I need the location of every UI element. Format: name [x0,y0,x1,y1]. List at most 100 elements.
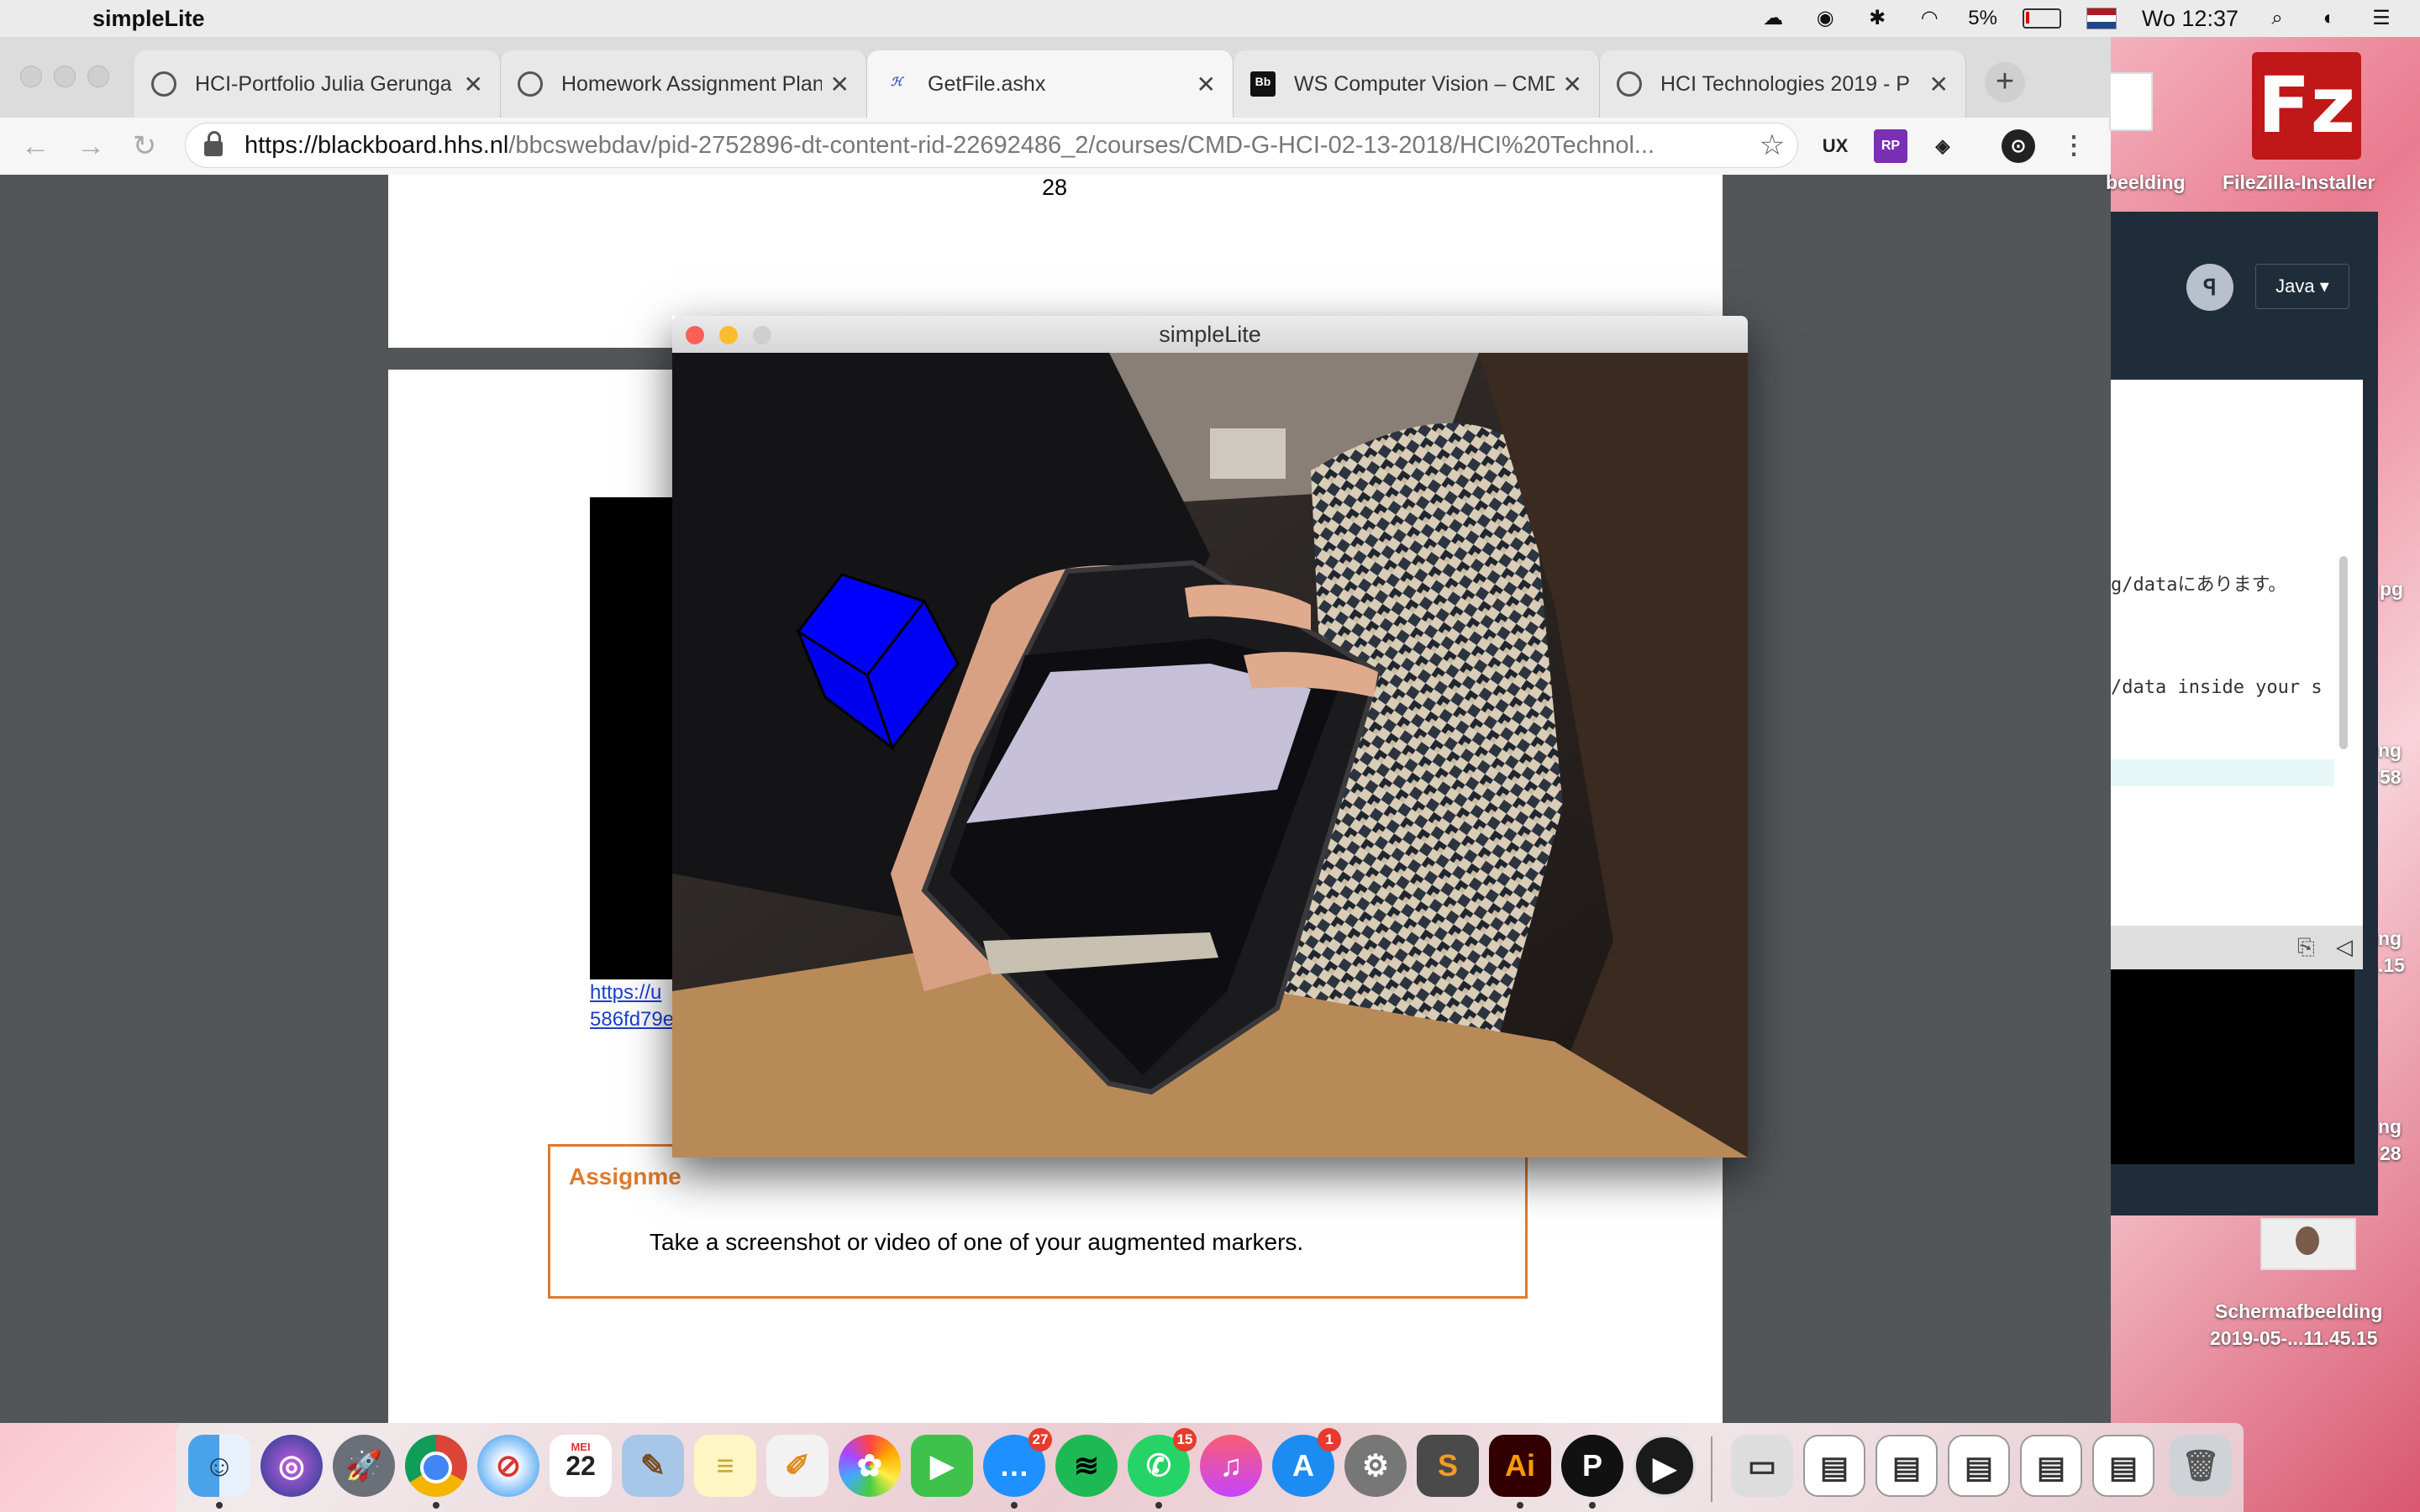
tab-close-icon[interactable]: ✕ [1197,71,1216,98]
ar-camera-view [672,353,1748,1158]
dashlane-icon[interactable]: ◉ [1812,7,1839,30]
trash-icon[interactable]: 🗑 [2170,1435,2232,1497]
desktop-file-label[interactable]: ng [2378,927,2402,950]
diamond-extension-icon[interactable]: ◈ [1926,129,1960,163]
tab-close-icon[interactable]: ✕ [1929,71,1949,98]
spotlight-search-icon[interactable]: ⌕ [2264,7,2291,30]
pages-icon[interactable]: ✐ [766,1435,829,1497]
battery-percent[interactable]: 5% [1968,7,1997,30]
tab-homework-assignment[interactable]: Homework Assignment Plan ✕ [501,50,867,118]
globe-icon [1617,71,1642,97]
minimize-window-button[interactable] [719,326,738,344]
minimized-window-icon[interactable]: ▤ [1876,1435,1938,1497]
input-source-flag-icon[interactable] [2086,8,2117,29]
screenshot-thumbnail[interactable] [2260,1218,2356,1270]
tab-getfile[interactable]: ℋ GetFile.ashx ✕ [867,50,1234,118]
desktop-file-label[interactable]: ng [2378,1116,2402,1138]
profile-avatar-icon[interactable]: ⊙ [2002,129,2035,163]
clock[interactable]: Wo 12:37 [2142,6,2238,32]
console-toolbar: ⎘ ◁ [2111,926,2363,969]
tab-close-icon[interactable]: ✕ [830,71,850,98]
wifi-icon[interactable]: ◠ [1916,7,1943,30]
menu-bar: simpleLite ☁ ◉ ✱ ◠ 5% Wo 12:37 ⌕ ◐ ☰ [0,0,2420,37]
close-window-button[interactable] [686,326,704,344]
zoom-window-button[interactable] [87,66,109,87]
battery-icon[interactable] [2022,8,2061,29]
desktop-file-label[interactable]: pg [2380,578,2403,601]
chrome-menu-icon[interactable]: ⋮ [2057,129,2091,163]
finder-icon[interactable]: ☺ [188,1435,250,1509]
creative-cloud-icon[interactable]: ☁ [1760,7,1786,30]
system-preferences-icon[interactable]: ⚙ [1344,1435,1407,1497]
sublime-text-icon[interactable]: S [1417,1435,1479,1497]
filezilla-icon[interactable]: Fz [2252,52,2361,160]
safari-icon[interactable]: ⊘ [477,1435,539,1497]
launchpad-icon[interactable]: 🚀 [333,1435,395,1497]
close-window-button[interactable] [20,66,42,87]
processing-icon[interactable]: P [1561,1435,1623,1509]
desktop-file-label[interactable]: 2019-05-...11.45.15 [2210,1327,2378,1350]
minimized-window-icon[interactable]: ▤ [2092,1435,2154,1497]
new-tab-button[interactable]: + [1985,62,2025,102]
bookmark-star-icon[interactable]: ☆ [1747,129,1797,162]
code-editor[interactable]: g/dataにあります。 /data inside your s [2111,380,2363,926]
tab-hci-technologies[interactable]: HCI Technologies 2019 - P ✕ [1600,50,1966,118]
minimized-window-icon[interactable]: ▤ [1803,1435,1865,1497]
pdf-link[interactable]: 586fd79e [590,1008,674,1032]
desktop-file-label[interactable]: 58 [2380,766,2402,789]
app-store-icon[interactable]: A1 [1272,1428,1341,1497]
desktop-file-label[interactable]: Schermafbeelding [2215,1300,2382,1323]
tab-title: GetFile.ashx [928,71,1046,96]
forward-icon[interactable]: → [74,129,108,163]
calendar-icon[interactable]: MEI 22 [550,1435,612,1497]
globe-icon [518,71,543,97]
ux-extension-icon[interactable]: UX [1818,129,1852,163]
tab-close-icon[interactable]: ✕ [1563,71,1582,98]
chrome-icon[interactable] [405,1435,467,1509]
notification-center-icon[interactable]: ☰ [2368,7,2395,30]
desktop-file-label[interactable]: ng [2378,739,2402,762]
preview-icon[interactable]: ✎ [622,1435,684,1497]
tab-close-icon[interactable]: ✕ [464,71,483,98]
editor-scrollbar[interactable] [2339,556,2348,749]
minimized-window-icon[interactable]: ▤ [2020,1435,2082,1497]
facetime-icon[interactable]: ▶ [911,1435,973,1497]
browser-toolbar: ← → ↻ https://blackboard.hhs.nl/bbcswebd… [0,118,2111,176]
back-icon[interactable]: ← [18,129,52,163]
desktop-file-label[interactable]: beelding [2106,171,2186,194]
simplelite-titlebar[interactable]: simpleLite [672,316,1748,353]
spotify-icon[interactable]: ≋ [1055,1435,1118,1497]
minimized-window-icon[interactable]: ▤ [1948,1435,2010,1497]
mode-selector[interactable]: Java ▾ [2255,264,2349,309]
dock-separator [1711,1436,1712,1502]
illustrator-icon[interactable]: Ai [1489,1435,1551,1509]
minimized-window-icon[interactable]: ▭ [1731,1435,1793,1497]
active-app-name[interactable]: simpleLite [92,6,205,32]
pdf-link[interactable]: https://u [590,981,661,1005]
screenshot-thumbnail[interactable] [2109,72,2153,131]
notes-icon[interactable]: ≡ [694,1435,756,1497]
copy-icon[interactable]: ⎘ [2297,934,2315,961]
reload-icon[interactable]: ↻ [128,129,161,163]
tab-ws-computer-vision[interactable]: Bb WS Computer Vision – CMD ✕ [1234,50,1600,118]
desktop-file-label[interactable]: 28 [2380,1142,2402,1165]
siri-icon[interactable]: ◎ [260,1435,323,1497]
itunes-icon[interactable]: ♫ [1200,1435,1262,1497]
bluetooth-icon[interactable]: ✱ [1864,7,1891,30]
filezilla-label[interactable]: FileZilla-Installer [2223,171,2375,194]
photos-icon[interactable]: ✿ [839,1435,901,1497]
minimize-window-button[interactable] [54,66,76,87]
quicktime-icon[interactable]: ▶ [1634,1435,1696,1497]
collapse-icon[interactable]: ◁ [2336,934,2353,960]
assignment-label: Assignme [569,1163,681,1189]
status-area: ☁ ◉ ✱ ◠ 5% Wo 12:37 ⌕ ◐ ☰ [1760,0,2395,37]
messages-icon[interactable]: … 27 [983,1428,1052,1509]
user-avatar-icon[interactable]: ◐ [2316,7,2343,30]
processing-ide-window: ꟼ Java ▾ g/dataにあります。 /data inside your … [2111,212,2378,1215]
rp-extension-icon[interactable]: RP [1874,129,1907,163]
desktop-file-label[interactable]: .15 [2378,954,2405,977]
zoom-window-button[interactable] [753,326,771,344]
tab-hci-portfolio[interactable]: HCI-Portfolio Julia Gerunga ✕ [134,50,501,118]
whatsapp-icon[interactable]: ✆ 15 [1128,1428,1197,1509]
address-bar[interactable]: https://blackboard.hhs.nl/bbcswebdav/pid… [185,123,1798,168]
